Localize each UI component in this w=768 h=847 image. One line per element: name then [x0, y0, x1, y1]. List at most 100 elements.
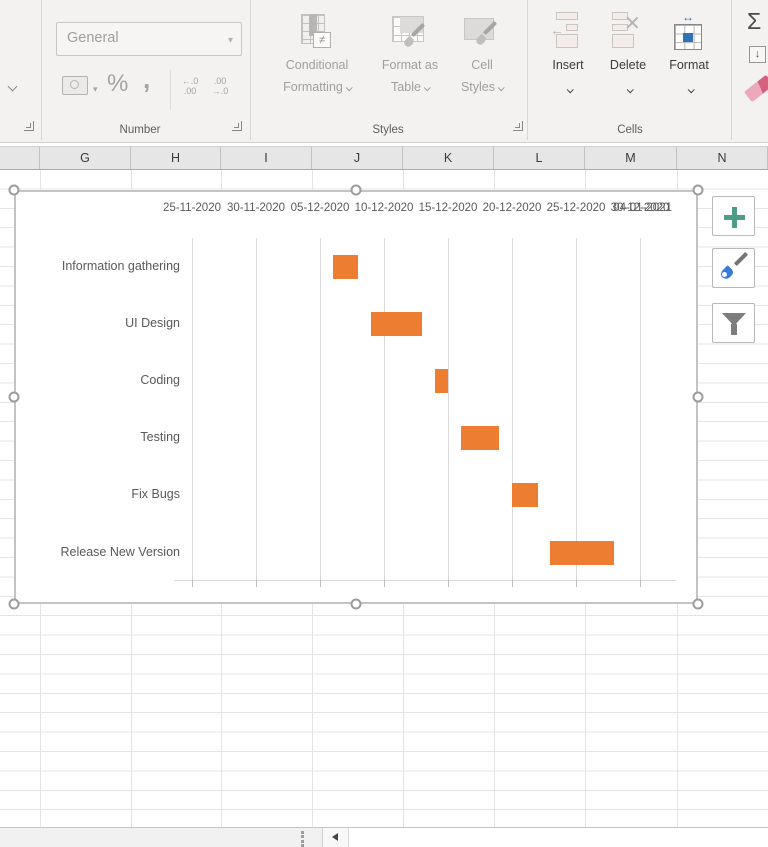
chart-filters-button[interactable] [712, 303, 755, 343]
category-label[interactable]: Release New Version [16, 545, 180, 559]
number-format-combobox: General ▾ [56, 22, 242, 56]
delete-button[interactable]: ✕ Delete [594, 8, 662, 116]
axis-tick [448, 580, 449, 587]
category-label[interactable]: Information gathering [16, 259, 180, 273]
selection-handle[interactable] [9, 185, 20, 196]
delete-cells-icon: ✕ [608, 12, 648, 52]
styles-dialog-launcher-icon [513, 121, 523, 131]
gantt-bar[interactable] [435, 369, 448, 393]
percent-style-icon: % [107, 70, 128, 98]
axis-tick [384, 580, 385, 587]
column-header[interactable]: I [221, 147, 312, 169]
paintbrush-icon [734, 252, 748, 266]
chart-elements-button[interactable] [712, 196, 755, 236]
category-label[interactable]: Testing [16, 430, 180, 444]
x-axis-label[interactable]: 20-12-2020 [483, 202, 542, 214]
horizontal-scrollbar[interactable] [322, 828, 768, 847]
plus-icon [724, 215, 745, 220]
selection-handle[interactable] [693, 599, 704, 610]
chart-gridline [256, 238, 257, 580]
fill-down-icon[interactable]: ↓ [749, 46, 766, 63]
number-group-label: Number [120, 124, 161, 136]
chevron-down-icon [498, 84, 505, 91]
chevron-down-icon [346, 84, 353, 91]
chart-gridline [192, 238, 193, 580]
group-divider [250, 0, 251, 140]
column-header[interactable]: K [403, 147, 494, 169]
tab-scrollbar-splitter[interactable] [301, 831, 305, 847]
insert-cells-icon: ← [548, 12, 588, 52]
selection-handle[interactable] [9, 392, 20, 403]
format-button[interactable]: ↔ Format [653, 8, 725, 116]
chart-gridline [640, 238, 641, 580]
category-label[interactable]: UI Design [16, 316, 180, 330]
chart-styles-button[interactable] [712, 248, 755, 288]
category-label[interactable]: Fix Bugs [16, 487, 180, 501]
column-header[interactable]: H [131, 147, 221, 169]
x-axis-label[interactable]: 25-11-2020 [163, 202, 221, 214]
gantt-bar[interactable] [461, 426, 499, 450]
axis-tick [576, 580, 577, 587]
x-axis-label[interactable]: 15-12-2020 [419, 202, 478, 214]
number-dialog-launcher-icon[interactable] [232, 121, 242, 131]
chart-gridline [384, 238, 385, 580]
selection-handle[interactable] [9, 599, 20, 610]
format-cells-icon: ↔ [669, 12, 709, 52]
selection-handle[interactable] [693, 185, 704, 196]
funnel-icon [731, 324, 737, 335]
selection-handle[interactable] [351, 185, 362, 196]
column-header[interactable]: M [585, 147, 677, 169]
cells-group-label: Cells [617, 124, 643, 136]
paintbrush-icon [721, 271, 728, 278]
chevron-down-icon[interactable] [567, 86, 574, 93]
gantt-bar[interactable] [512, 483, 538, 507]
x-axis-label[interactable]: 25-12-2020 [547, 202, 606, 214]
width-arrow-icon: ↔ [673, 12, 703, 22]
gantt-bar[interactable] [550, 541, 614, 565]
chart-gridline [576, 238, 577, 580]
column-header-blank[interactable] [0, 147, 40, 169]
column-header[interactable]: L [494, 147, 585, 169]
conditional-formatting-icon: ≠ [297, 12, 337, 52]
x-axis-label[interactable]: 30-11-2020 [227, 202, 285, 214]
gantt-bar[interactable] [333, 255, 359, 279]
selection-handle[interactable] [693, 392, 704, 403]
chart-gridline [512, 238, 513, 580]
chart-gridline [448, 238, 449, 580]
format-as-table-icon [390, 12, 430, 52]
chevron-down-icon: ▾ [93, 84, 98, 95]
arrow-left-icon [332, 833, 338, 841]
increase-decimal-icon: ←.0 .00 [176, 76, 204, 96]
scroll-left-button[interactable] [323, 828, 349, 847]
comma-style-icon: , [143, 64, 150, 95]
group-divider [731, 0, 732, 140]
chart-gridline [320, 238, 321, 580]
column-header[interactable]: G [40, 147, 131, 169]
chevron-down-icon[interactable] [8, 82, 18, 92]
axis-tick [320, 580, 321, 587]
column-header[interactable]: N [677, 147, 768, 169]
selection-handle[interactable] [351, 599, 362, 610]
chevron-down-icon: ▾ [228, 35, 233, 46]
category-label[interactable]: Coding [16, 373, 180, 387]
x-axis-label[interactable]: 04-01-2021 [613, 202, 672, 214]
gantt-chart[interactable]: 25-11-2020 30-11-2020 05-12-2020 10-12-2020… [14, 190, 698, 604]
dialog-launcher-icon[interactable] [24, 121, 34, 131]
decrease-decimal-icon: .00 →.0 [206, 76, 234, 96]
clear-eraser-icon[interactable] [744, 75, 768, 102]
axis-tick [256, 580, 257, 587]
styles-group-label: Styles [372, 124, 403, 136]
accounting-format-icon [62, 76, 88, 95]
axis-tick [640, 580, 641, 587]
group-divider [527, 0, 528, 140]
gantt-bar[interactable] [371, 312, 422, 336]
chevron-down-icon[interactable] [627, 86, 634, 93]
divider [170, 70, 171, 110]
column-header[interactable]: J [312, 147, 403, 169]
cell-styles-button: Cell Styles [438, 8, 526, 116]
chevron-down-icon[interactable] [688, 86, 695, 93]
x-axis-label[interactable]: 05-12-2020 [291, 202, 350, 214]
autosum-icon[interactable]: Σ [747, 8, 761, 35]
category-axis-line [174, 580, 676, 581]
x-axis-label[interactable]: 10-12-2020 [355, 202, 414, 214]
